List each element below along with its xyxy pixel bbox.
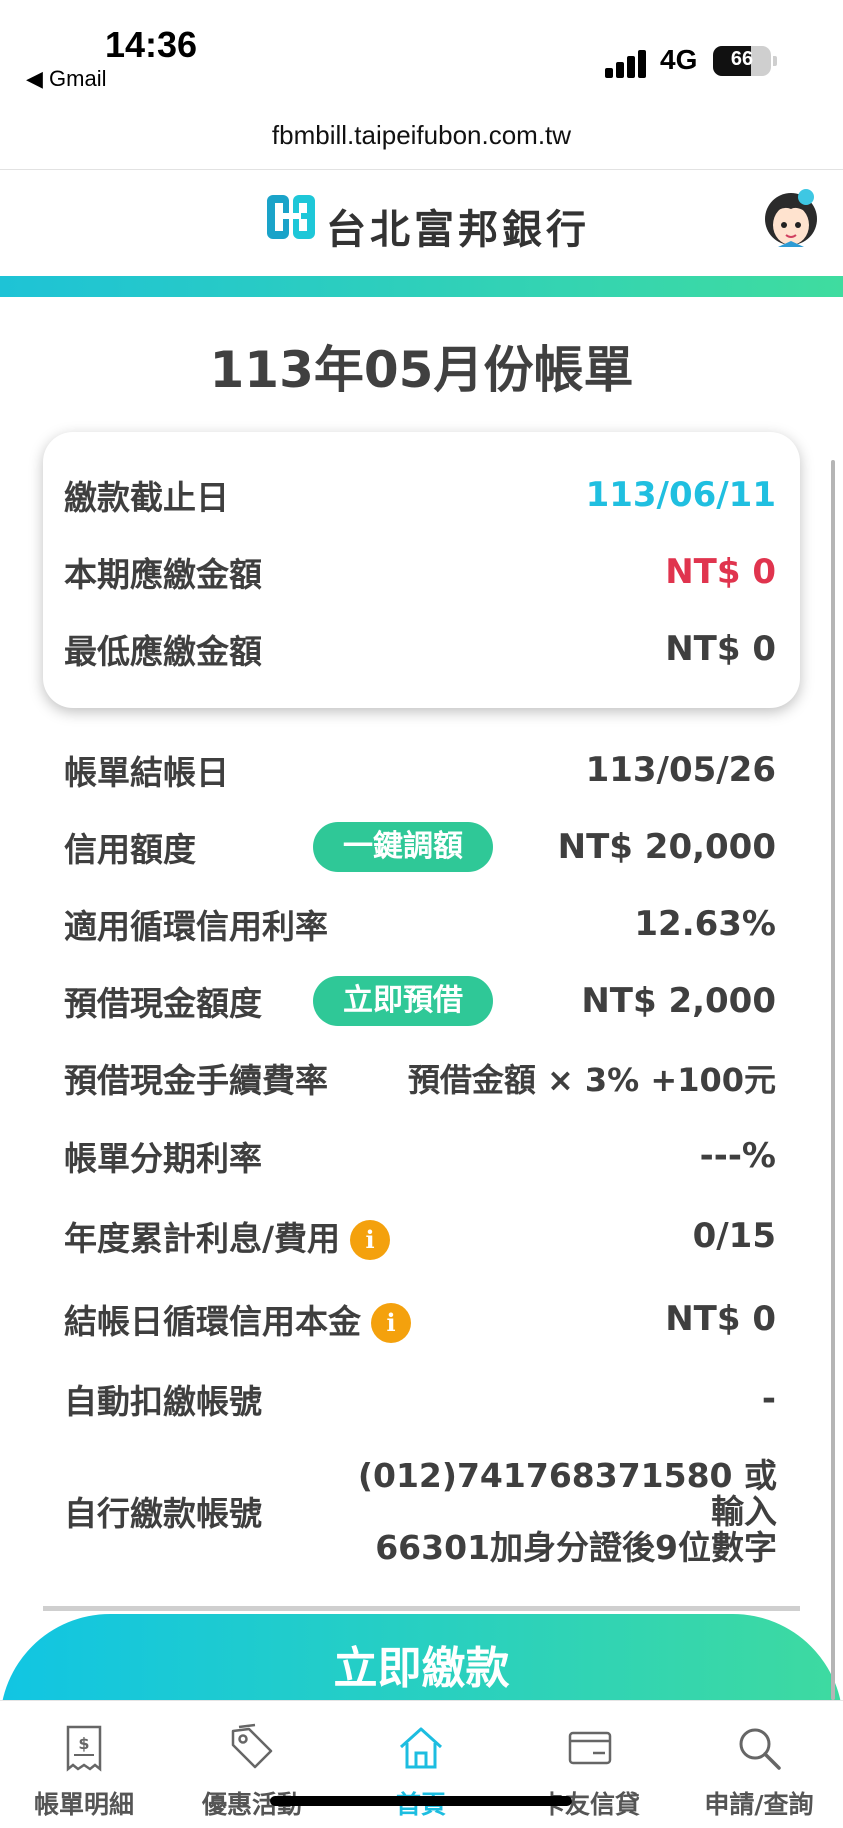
header-gradient-bar — [0, 276, 843, 297]
bottom-tab-bar: $ 帳單明細 優惠活動 首頁 卡友信貸 申請/查詢 — [0, 1700, 843, 1828]
annual-interest-value: 0/15 — [692, 1216, 776, 1256]
min-due-value: NT$ 0 — [665, 629, 776, 669]
self-pay-line-1: (012)741768371580 或 — [357, 1456, 777, 1495]
network-type: 4G — [660, 44, 698, 75]
annual-interest-info-icon[interactable]: i — [350, 1220, 391, 1261]
due-date-value: 113/06/11 — [585, 475, 776, 515]
revolving-principal-row: 結帳日循環信用本金 i NT$ 0 — [64, 1294, 776, 1344]
browser-url[interactable]: fbmbill.taipeifubon.com.tw — [0, 120, 843, 170]
tab-home[interactable]: 首頁 — [337, 1701, 505, 1828]
revolving-principal-label: 結帳日循環信用本金 — [64, 1301, 361, 1341]
battery-tip — [773, 56, 777, 66]
due-date-row: 繳款截止日 113/06/11 — [64, 470, 776, 520]
self-pay-line-3: 66301加身分證後9位數字 — [375, 1528, 777, 1567]
cash-advance-value: NT$ 2,000 — [581, 981, 776, 1021]
min-due-label: 最低應繳金額 — [64, 632, 262, 671]
cash-fee-value: 預借金額 × 3% +100元 — [407, 1061, 776, 1099]
self-pay-label: 自行繳款帳號 — [64, 1494, 262, 1533]
svg-text:$: $ — [78, 1734, 89, 1753]
home-indicator[interactable] — [270, 1796, 572, 1806]
back-to-gmail-link[interactable]: ◀ Gmail — [26, 66, 106, 92]
annual-interest-row: 年度累計利息/費用 i 0/15 — [64, 1211, 776, 1261]
cellular-signal-icon — [605, 48, 647, 78]
self-pay-line-2: 輸入 — [711, 1492, 777, 1531]
credit-limit-label: 信用額度 — [64, 830, 196, 869]
tab-promotions[interactable]: 優惠活動 — [168, 1701, 336, 1828]
closing-date-value: 113/05/26 — [585, 750, 776, 790]
current-due-value: NT$ 0 — [665, 552, 776, 592]
auto-debit-label: 自動扣繳帳號 — [64, 1382, 262, 1421]
installment-rate-label: 帳單分期利率 — [64, 1139, 262, 1178]
revolving-rate-row: 適用循環信用利率 12.63% — [64, 899, 776, 949]
closing-date-label: 帳單結帳日 — [64, 753, 229, 792]
card-icon — [568, 1731, 612, 1765]
tab-label: 帳單明細 — [33, 1790, 134, 1819]
installment-rate-value: ---% — [699, 1136, 776, 1176]
tab-label: 申請/查詢 — [704, 1790, 814, 1819]
site-header: 台北富邦銀行 — [0, 171, 843, 275]
tag-icon — [231, 1723, 273, 1769]
bank-name: 台北富邦銀行 — [326, 207, 590, 253]
revolving-principal-label-wrap: 結帳日循環信用本金 i — [64, 1295, 411, 1344]
auto-debit-row: 自動扣繳帳號 - — [64, 1374, 776, 1424]
annual-interest-label: 年度累計利息/費用 — [64, 1218, 341, 1258]
annual-interest-label-wrap: 年度累計利息/費用 i — [64, 1212, 391, 1261]
page-title: 113年05月份帳單 — [209, 341, 634, 399]
tab-bill-details[interactable]: $ 帳單明細 — [0, 1701, 168, 1828]
adjust-limit-button[interactable]: 一鍵調額 — [313, 822, 493, 872]
current-due-row: 本期應繳金額 NT$ 0 — [64, 547, 776, 597]
revolving-principal-value: NT$ 0 — [665, 1299, 776, 1339]
tab-apply-query[interactable]: 申請/查詢 — [675, 1701, 843, 1828]
closing-date-row: 帳單結帳日 113/05/26 — [64, 745, 776, 795]
status-bar: 14:36 ◀ Gmail 4G 66 — [0, 0, 843, 120]
battery-icon: 66 — [713, 46, 771, 76]
cash-fee-label: 預借現金手續費率 — [64, 1061, 328, 1100]
status-time: 14:36 — [105, 24, 198, 65]
current-due-label: 本期應繳金額 — [64, 555, 262, 594]
tab-personal-loan[interactable]: 卡友信貸 — [506, 1701, 674, 1828]
revolving-rate-label: 適用循環信用利率 — [64, 907, 328, 946]
mascot-avatar[interactable] — [758, 183, 824, 253]
credit-limit-value: NT$ 20,000 — [557, 827, 776, 867]
search-icon — [739, 1728, 781, 1770]
battery-level: 66 — [730, 48, 754, 70]
fubon-logo-icon — [267, 195, 315, 239]
scrollbar[interactable] — [831, 460, 835, 1700]
revolving-principal-info-icon[interactable]: i — [371, 1303, 411, 1344]
min-due-row: 最低應繳金額 NT$ 0 — [64, 624, 776, 674]
cash-fee-row: 預借現金手續費率 預借金額 × 3% +100元 — [64, 1053, 776, 1103]
home-icon — [399, 1727, 443, 1769]
section-divider — [43, 1606, 800, 1611]
self-pay-account: (012)741768371580 或 輸入 66301加身分證後9位數字 — [307, 1458, 777, 1566]
cash-advance-button[interactable]: 立即預借 — [313, 976, 493, 1026]
revolving-rate-value: 12.63% — [634, 904, 776, 944]
due-date-label: 繳款截止日 — [64, 478, 229, 517]
bill-icon: $ — [66, 1725, 102, 1772]
cash-advance-label: 預借現金額度 — [64, 984, 262, 1023]
auto-debit-value: - — [761, 1379, 776, 1419]
installment-rate-row: 帳單分期利率 ---% — [64, 1131, 776, 1181]
